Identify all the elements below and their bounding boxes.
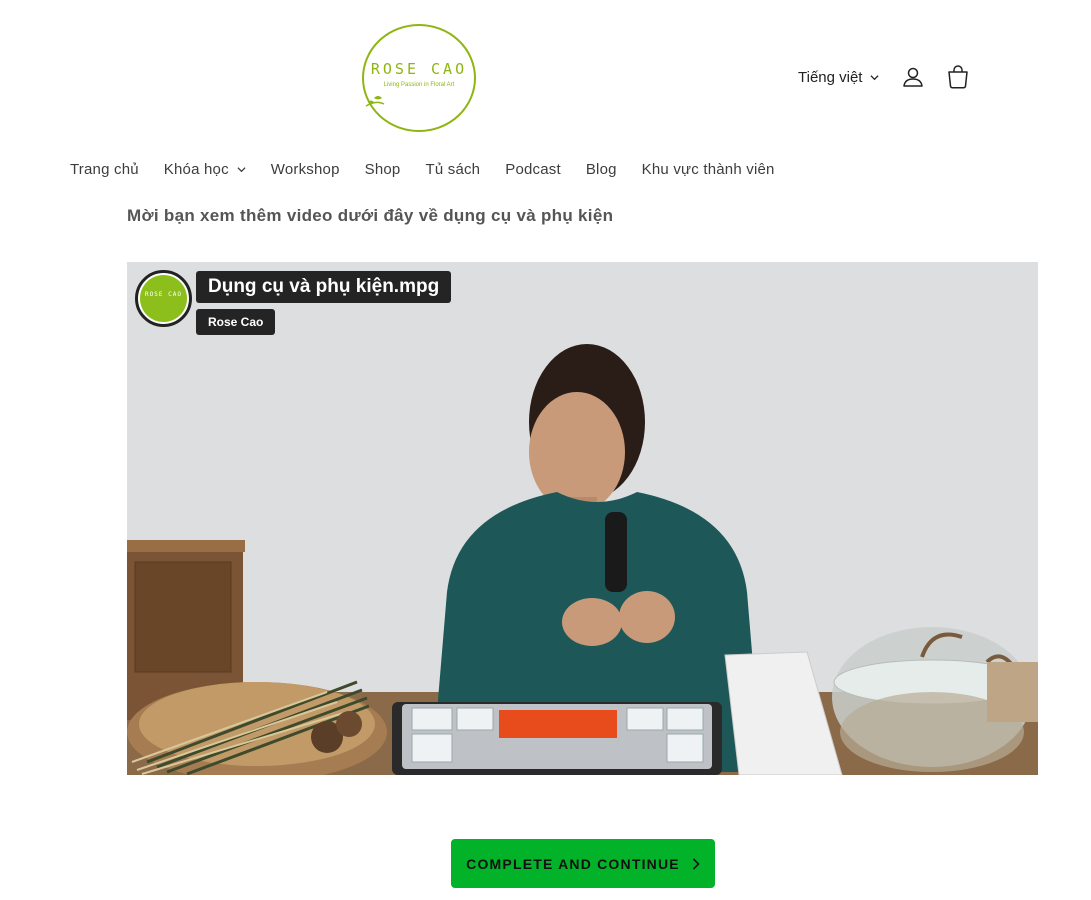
main-nav: Trang chủ Khóa học Workshop Shop Tủ sách… — [70, 161, 800, 178]
nav-item-blog[interactable]: Blog — [586, 161, 617, 178]
nav-item-label: Shop — [364, 161, 401, 178]
nav-item-tu-sach[interactable]: Tủ sách — [425, 161, 480, 178]
cart-icon[interactable] — [945, 64, 971, 90]
video-player[interactable]: ROSE CAO Dụng cụ và phụ kiện.mpg Rose Ca… — [127, 262, 1038, 775]
chevron-down-icon — [237, 167, 246, 173]
channel-avatar-bg — [140, 275, 187, 322]
chevron-right-icon — [692, 857, 700, 870]
language-label: Tiếng việt — [798, 68, 863, 86]
nav-item-label: Trang chủ — [70, 161, 139, 178]
nav-item-podcast[interactable]: Podcast — [505, 161, 561, 178]
header-actions: Tiếng việt — [798, 62, 971, 92]
user-icon[interactable] — [901, 65, 925, 89]
nav-item-label: Blog — [585, 161, 617, 178]
nav-item-trang-chu[interactable]: Trang chủ — [70, 161, 139, 178]
nav-item-label: Podcast — [505, 161, 561, 178]
nav-item-workshop[interactable]: Workshop — [271, 161, 340, 178]
video-channel-name[interactable]: Rose Cao — [196, 309, 276, 335]
cta-label: COMPLETE AND CONTINUE — [466, 855, 680, 872]
logo-text: ROSE CAO — [370, 60, 468, 78]
nav-item-khu-vuc-thanh-vien[interactable]: Khu vực thành viên — [642, 161, 775, 178]
chevron-down-icon — [870, 74, 880, 80]
intro-text: Mời bạn xem thêm video dưới đây về dụng … — [127, 206, 614, 225]
nav-item-shop[interactable]: Shop — [365, 161, 401, 178]
channel-avatar[interactable]: ROSE CAO — [135, 270, 192, 327]
nav-item-label: Workshop — [270, 161, 340, 178]
language-selector[interactable]: Tiếng việt — [798, 68, 880, 86]
channel-avatar-text: ROSE CAO — [145, 291, 182, 298]
nav-item-label: Tủ sách — [425, 161, 481, 178]
nav-item-label: Khu vực thành viên — [641, 161, 775, 178]
nav-item-label: Khóa học — [163, 161, 229, 178]
video-thumbnail — [127, 262, 1038, 775]
video-title[interactable]: Dụng cụ và phụ kiện.mpg — [196, 271, 452, 303]
logo-tagline: Living Passion in Floral Art — [383, 82, 455, 88]
logo-circle — [362, 24, 476, 132]
nav-item-khoa-hoc[interactable]: Khóa học — [164, 161, 246, 178]
intro-section: Mời bạn xem thêm video dưới đây về dụng … — [0, 205, 1091, 235]
complete-and-continue-button[interactable]: COMPLETE AND CONTINUE — [451, 839, 715, 888]
logo[interactable]: ROSE CAO Living Passion in Floral Art — [360, 22, 478, 134]
